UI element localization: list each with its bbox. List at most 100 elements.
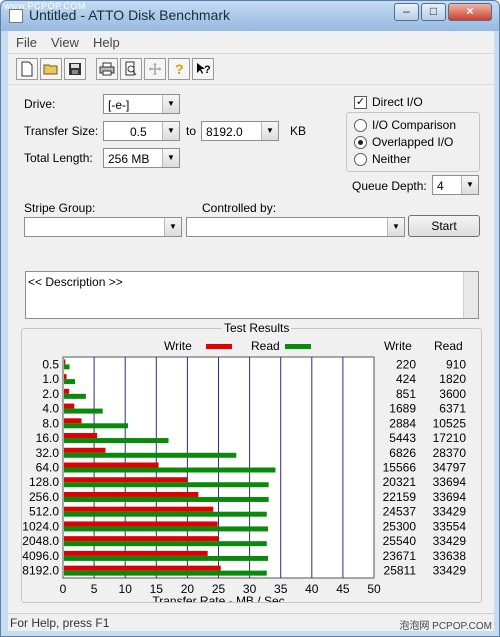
svg-text:?: ? [204, 64, 211, 76]
write-value: 25540 [383, 534, 417, 548]
write-bar [64, 565, 221, 571]
context-help-icon[interactable]: ? [192, 58, 214, 80]
read-value: 33638 [433, 549, 467, 563]
write-value: 851 [396, 387, 416, 401]
read-value: 28370 [433, 446, 467, 460]
write-bar [64, 447, 106, 453]
x-tick-label: 40 [305, 582, 319, 596]
category-label: 32.0 [36, 446, 60, 460]
open-folder-icon[interactable] [40, 58, 62, 80]
chevron-down-icon: ▼ [162, 122, 179, 140]
minimize-button[interactable]: – [394, 3, 419, 21]
menu-view[interactable]: View [51, 35, 79, 50]
write-bar [64, 403, 75, 409]
print-preview-icon[interactable] [120, 58, 142, 80]
controlled-by-label: Controlled by: [202, 201, 277, 215]
category-label: 4096.0 [22, 549, 59, 563]
client-area: File View Help ? ? Drive: [-e-] ▼ Transf… [8, 31, 494, 632]
write-bar [64, 491, 199, 497]
read-value: 33429 [433, 505, 467, 519]
maximize-button[interactable]: □ [421, 3, 446, 21]
write-value: 2884 [389, 416, 416, 430]
read-bar [64, 379, 76, 385]
chevron-down-icon: ▼ [387, 218, 404, 236]
status-text: For Help, press F1 [10, 616, 110, 630]
write-column-header: Write [384, 339, 412, 353]
read-bar [64, 438, 169, 444]
write-value: 25811 [384, 564, 417, 578]
drive-value: [-e-] [108, 98, 130, 112]
category-label: 256.0 [29, 490, 59, 504]
overlapped-io-radio[interactable] [354, 136, 367, 149]
chevron-down-icon: ▼ [164, 218, 181, 236]
menu-help[interactable]: Help [93, 35, 120, 50]
menu-file[interactable]: File [16, 35, 37, 50]
write-value: 15566 [383, 461, 417, 475]
svg-text:?: ? [175, 61, 184, 77]
x-tick-label: 50 [367, 582, 381, 596]
legend-read-label: Read [251, 339, 280, 353]
read-value: 33429 [433, 564, 467, 578]
x-tick-label: 5 [91, 582, 98, 596]
read-bar [64, 570, 267, 576]
write-value: 25300 [383, 519, 417, 533]
write-bar [64, 506, 214, 512]
category-label: 512.0 [29, 505, 59, 519]
read-bar [64, 482, 269, 488]
read-bar [64, 526, 269, 532]
category-label: 2048.0 [22, 534, 59, 548]
transfer-from-value: 0.5 [130, 125, 147, 139]
neither-radio[interactable] [354, 153, 367, 166]
stripe-group-label: Stripe Group: [24, 201, 96, 215]
category-label: 0.5 [42, 357, 59, 371]
legend-read-swatch [285, 344, 311, 349]
stripe-group-select[interactable]: ▼ [24, 217, 182, 237]
write-value: 24537 [383, 505, 417, 519]
transfer-to-value: 8192.0 [206, 125, 243, 139]
drive-label: Drive: [24, 97, 56, 111]
queue-depth-select[interactable]: 4 ▼ [432, 175, 479, 195]
legend-write-swatch [206, 344, 232, 349]
total-length-value: 256 MB [108, 152, 150, 166]
read-value: 1820 [439, 372, 466, 386]
write-value: 22159 [383, 490, 417, 504]
title-bar[interactable]: www.PCPOP.COM Untitled - ATTO Disk Bench… [1, 1, 499, 31]
drive-select[interactable]: [-e-] ▼ [103, 94, 180, 114]
transfer-to-select[interactable]: 8192.0 ▼ [201, 121, 279, 141]
write-value: 424 [396, 372, 416, 386]
new-document-icon[interactable] [16, 58, 38, 80]
read-value: 33554 [433, 519, 467, 533]
read-value: 33694 [433, 475, 467, 489]
category-label: 128.0 [29, 475, 59, 489]
read-value: 33694 [433, 490, 467, 504]
direct-io-label: Direct I/O [372, 95, 423, 109]
description-scrollbar[interactable] [463, 272, 478, 318]
io-comparison-radio[interactable] [354, 119, 367, 132]
help-icon[interactable]: ? [168, 58, 190, 80]
queue-depth-label: Queue Depth: [352, 179, 427, 193]
start-button[interactable]: Start [408, 215, 480, 237]
controlled-by-select[interactable]: ▼ [186, 217, 405, 237]
watermark-bottom: 泡泡网 PCPOP.COM [399, 621, 492, 632]
transfer-from-select[interactable]: 0.5 ▼ [103, 121, 180, 141]
category-label: 4.0 [42, 402, 59, 416]
read-value: 6371 [439, 402, 466, 416]
save-disk-icon[interactable] [64, 58, 86, 80]
read-bar [64, 467, 276, 473]
write-bar [64, 388, 70, 394]
transfer-unit-label: KB [290, 124, 307, 138]
write-value: 220 [396, 357, 416, 371]
description-box[interactable]: << Description >> [25, 271, 479, 319]
read-bar [64, 541, 267, 547]
write-bar [64, 359, 66, 365]
close-button[interactable]: × [448, 3, 492, 21]
direct-io-checkbox[interactable]: ✓ [354, 96, 367, 109]
read-value: 910 [446, 357, 466, 371]
total-length-select[interactable]: 256 MB ▼ [103, 148, 180, 168]
read-bar [64, 393, 86, 399]
queue-depth-value: 4 [437, 179, 444, 193]
print-icon[interactable] [96, 58, 118, 80]
write-bar [64, 418, 82, 424]
read-value: 3600 [439, 387, 466, 401]
move-icon[interactable] [144, 58, 166, 80]
